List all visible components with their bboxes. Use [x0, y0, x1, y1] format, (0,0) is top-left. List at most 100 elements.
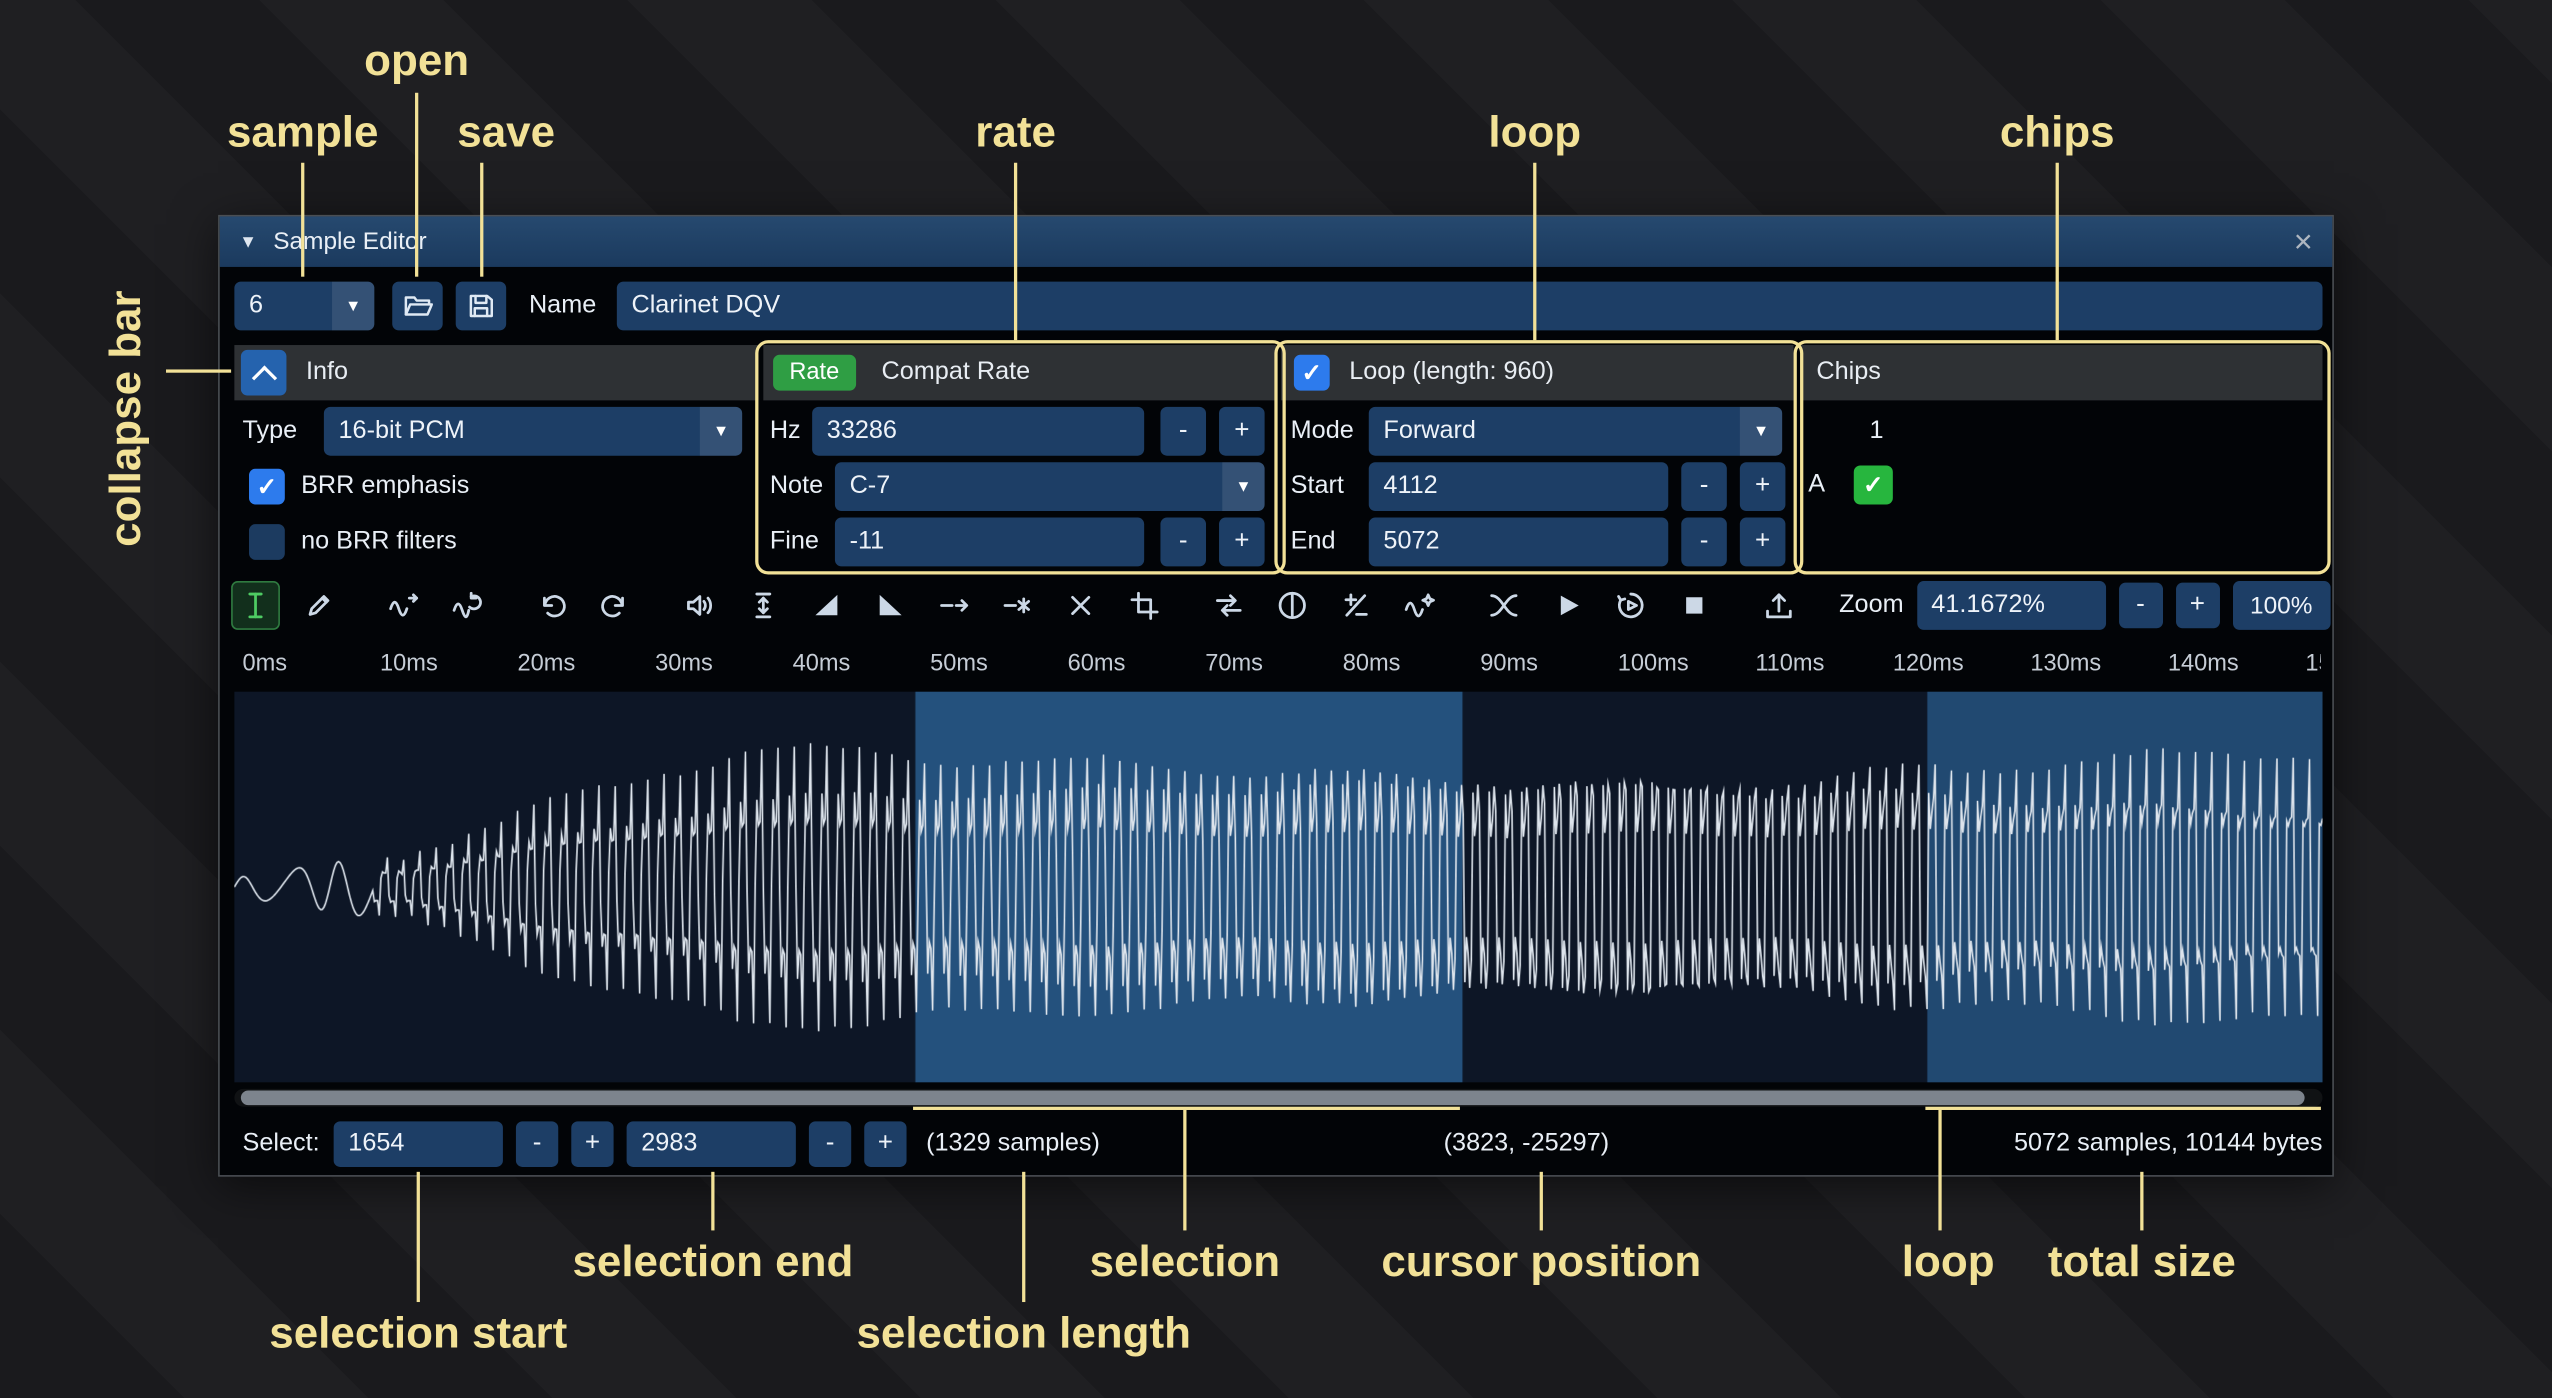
undo-button[interactable]: [527, 581, 576, 630]
close-icon[interactable]: ×: [2294, 225, 2313, 258]
crossfade-button[interactable]: [1479, 581, 1528, 630]
select-label: Select:: [243, 1121, 320, 1167]
select-icon: [239, 589, 272, 622]
no-brr-filters-checkbox[interactable]: ✓: [249, 524, 285, 560]
toolbar-group: [1754, 581, 1803, 630]
loop-enable-checkbox[interactable]: ✓: [1294, 355, 1330, 391]
chevron-down-icon: ▼: [700, 407, 742, 456]
chevron-down-icon: ▼: [1222, 462, 1264, 511]
select-button[interactable]: [231, 581, 280, 630]
resize-button[interactable]: [379, 581, 428, 630]
sign-button[interactable]: [1331, 581, 1380, 630]
fine-minus-button[interactable]: -: [1160, 518, 1206, 567]
fine-input[interactable]: -11: [835, 518, 1144, 567]
annotation-loop-top-line: [1533, 163, 1536, 340]
selection-end-input[interactable]: 2983: [627, 1121, 796, 1167]
name-input[interactable]: Clarinet DQV: [617, 282, 2323, 331]
type-dropdown[interactable]: 16-bit PCM ▼: [324, 407, 742, 456]
loop-start-input[interactable]: 4112: [1369, 462, 1668, 511]
chips-panel-header: Chips: [1800, 345, 2322, 400]
titlebar[interactable]: ▼ Sample Editor ×: [220, 216, 2333, 266]
brr-emphasis-checkbox[interactable]: ✓: [249, 469, 285, 505]
fade-out-button[interactable]: [866, 581, 915, 630]
annotation-selection-label: selection: [1090, 1237, 1280, 1287]
normalize-button[interactable]: [739, 581, 788, 630]
annotation-loop-bottom-line: [1938, 1110, 1941, 1230]
apply-silence-button[interactable]: [993, 581, 1042, 630]
loop-start-value: 4112: [1383, 472, 1437, 501]
fine-plus-button[interactable]: +: [1219, 518, 1265, 567]
loop-start-minus-button[interactable]: -: [1681, 462, 1727, 511]
chips-header-label: Chips: [1816, 358, 1881, 387]
loop-start-plus-button[interactable]: +: [1740, 462, 1786, 511]
zoom-input[interactable]: 41.1672%: [1917, 581, 2106, 630]
invert-button[interactable]: [1268, 581, 1317, 630]
annotation-open-line: [415, 93, 418, 277]
zoom-reset-button[interactable]: 100%: [2232, 581, 2330, 630]
preview-button[interactable]: [1543, 581, 1592, 630]
loop-header-label: Loop (length: 960): [1349, 358, 1554, 387]
selection-start-minus-button[interactable]: -: [516, 1121, 558, 1167]
no-brr-filters-label: no BRR filters: [301, 518, 457, 567]
annotation-selection-length-line: [1022, 1172, 1025, 1302]
crossfade-icon: [1488, 589, 1521, 622]
selection-end-minus-button[interactable]: -: [809, 1121, 851, 1167]
insert-silence-button[interactable]: [929, 581, 978, 630]
draw-icon: [303, 589, 336, 622]
delete-button[interactable]: [1056, 581, 1105, 630]
zoom-out-button[interactable]: -: [2118, 583, 2162, 629]
trim-button[interactable]: [1120, 581, 1169, 630]
toolbar-group: [1479, 581, 1718, 630]
loop-end-minus-button[interactable]: -: [1681, 518, 1727, 567]
sample-selector-value: 6: [249, 291, 263, 320]
stop-icon: [1678, 589, 1711, 622]
annotation-save-line: [480, 163, 483, 277]
hz-minus-button[interactable]: -: [1160, 407, 1206, 456]
amplify-button[interactable]: [675, 581, 724, 630]
selection-end-plus-button[interactable]: +: [864, 1121, 906, 1167]
scrollbar-thumb[interactable]: [241, 1090, 2305, 1105]
selection-start-input[interactable]: 1654: [334, 1121, 503, 1167]
rate-panel-header: Rate Compat Rate: [763, 345, 1276, 400]
stop-button[interactable]: [1670, 581, 1719, 630]
hz-input[interactable]: 33286: [812, 407, 1144, 456]
ruler-label: 100ms: [1618, 651, 1689, 677]
selection-length-text: (1329 samples): [926, 1121, 1100, 1167]
waveform-scrollbar[interactable]: [234, 1089, 2322, 1107]
selection-start-plus-button[interactable]: +: [571, 1121, 613, 1167]
annotation-cursor-position-line: [1540, 1172, 1543, 1231]
draw-button[interactable]: [295, 581, 344, 630]
selection-end-value: 2983: [641, 1130, 697, 1159]
toolbar-group: [231, 581, 343, 630]
floppy-save-icon: [465, 290, 496, 323]
hz-plus-button[interactable]: +: [1219, 407, 1265, 456]
chip-enable-checkbox[interactable]: ✓: [1854, 465, 1893, 504]
open-button[interactable]: [392, 282, 442, 331]
ruler-label: 60ms: [1068, 651, 1126, 677]
delete-icon: [1064, 589, 1097, 622]
zoom-in-button[interactable]: +: [2175, 583, 2219, 629]
resample-button[interactable]: [443, 581, 492, 630]
loop-end-plus-button[interactable]: +: [1740, 518, 1786, 567]
annotation-selection-start-line: [417, 1172, 420, 1302]
resize-icon: [387, 589, 420, 622]
loop-end-input[interactable]: 5072: [1369, 518, 1668, 567]
info-collapse-button[interactable]: [241, 350, 287, 396]
preview-loop-button[interactable]: [1606, 581, 1655, 630]
sample-editor-window: ▼ Sample Editor × 6 ▼ Name Clarinet DQV …: [218, 215, 2334, 1177]
sample-selector[interactable]: 6 ▼: [234, 282, 374, 331]
redo-button[interactable]: [591, 581, 640, 630]
waveform-display[interactable]: [234, 692, 2322, 1083]
reverse-button[interactable]: [1204, 581, 1253, 630]
sign-icon: [1339, 589, 1372, 622]
chevron-up-icon: [251, 365, 276, 390]
note-dropdown[interactable]: C-7 ▼: [835, 462, 1265, 511]
fade-in-button[interactable]: [802, 581, 851, 630]
import-button[interactable]: [1754, 581, 1803, 630]
filter-button[interactable]: [1395, 581, 1444, 630]
annotation-chips-label: chips: [2000, 107, 2115, 157]
save-button[interactable]: [456, 282, 506, 331]
loop-mode-dropdown[interactable]: Forward ▼: [1369, 407, 1782, 456]
zoom-cluster: Zoom 41.1672% - + 100%: [1839, 581, 2330, 630]
window-collapse-icon[interactable]: ▼: [239, 232, 257, 252]
